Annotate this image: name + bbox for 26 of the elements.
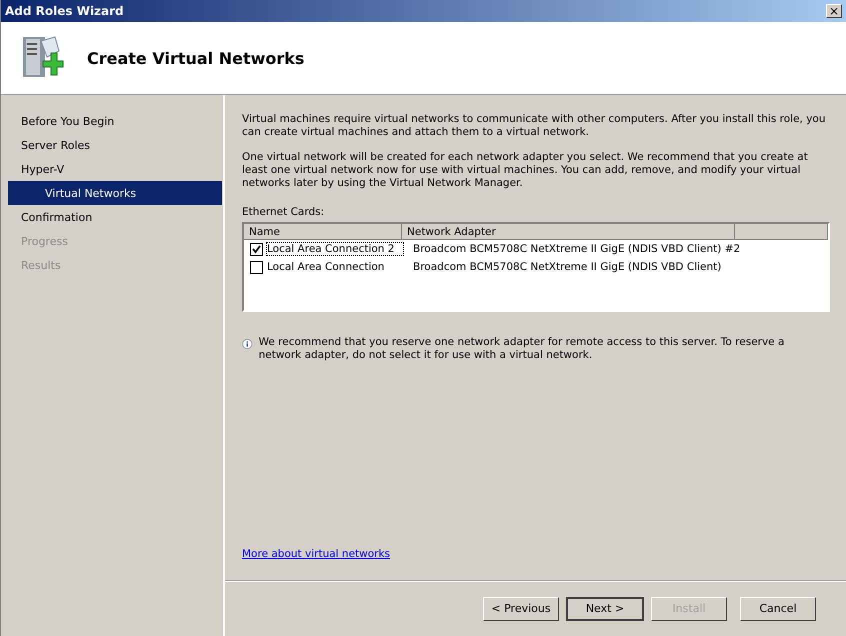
- table-cell-text: Broadcom BCM5708C NetXtreme II GigE (NDIS VBD Client) #2: [412, 243, 740, 255]
- sidebar-item[interactable]: Server Roles: [1, 133, 222, 157]
- sidebar-item[interactable]: Virtual Networks: [8, 181, 222, 205]
- wizard-button[interactable]: < Previous: [483, 596, 559, 620]
- checkbox[interactable]: [250, 242, 263, 256]
- page-title: Create Virtual Networks: [87, 48, 304, 68]
- table-cell: Local Area Connection 2: [267, 243, 403, 255]
- table-cell-text: Local Area Connection: [267, 261, 386, 273]
- wizard-button[interactable]: Next >: [566, 596, 644, 620]
- column-header[interactable]: Name: [244, 224, 402, 240]
- info-text: We recommend that you reserve one network adapter for remote access to this server. To reserve a network adapter, do not select it for use with a virtual network.: [258, 336, 786, 362]
- column-header[interactable]: [735, 224, 828, 240]
- sidebar-item[interactable]: Confirmation: [1, 205, 222, 229]
- help-link[interactable]: More about virtual networks: [242, 548, 390, 560]
- sidebar-item[interactable]: Before You Begin: [1, 109, 222, 133]
- column-header[interactable]: Network Adapter: [402, 224, 735, 240]
- description-text: Virtual machines require virtual networks to communicate with other computers. After you install this role, you can create virtual machines and attach them to a virtual network.: [242, 113, 826, 139]
- list-label: Ethernet Cards:: [242, 206, 326, 218]
- checkbox[interactable]: [250, 260, 263, 274]
- close-button[interactable]: ×: [826, 4, 842, 18]
- sidebar-item[interactable]: Hyper-V: [1, 157, 222, 181]
- wizard-button[interactable]: Cancel: [740, 596, 816, 620]
- info-icon: [242, 336, 253, 352]
- window-title: Add Roles Wizard: [5, 4, 124, 18]
- table-cell-text: Broadcom BCM5708C NetXtreme II GigE (NDIS VBD Client): [412, 261, 722, 273]
- description-text: One virtual network will be created for each network adapter you select. We recommend that you create at least one virtual network now for use with virtual machines. You can add, remove, and modify your virtual networks later by using the Virtual Network Manager.: [242, 151, 809, 190]
